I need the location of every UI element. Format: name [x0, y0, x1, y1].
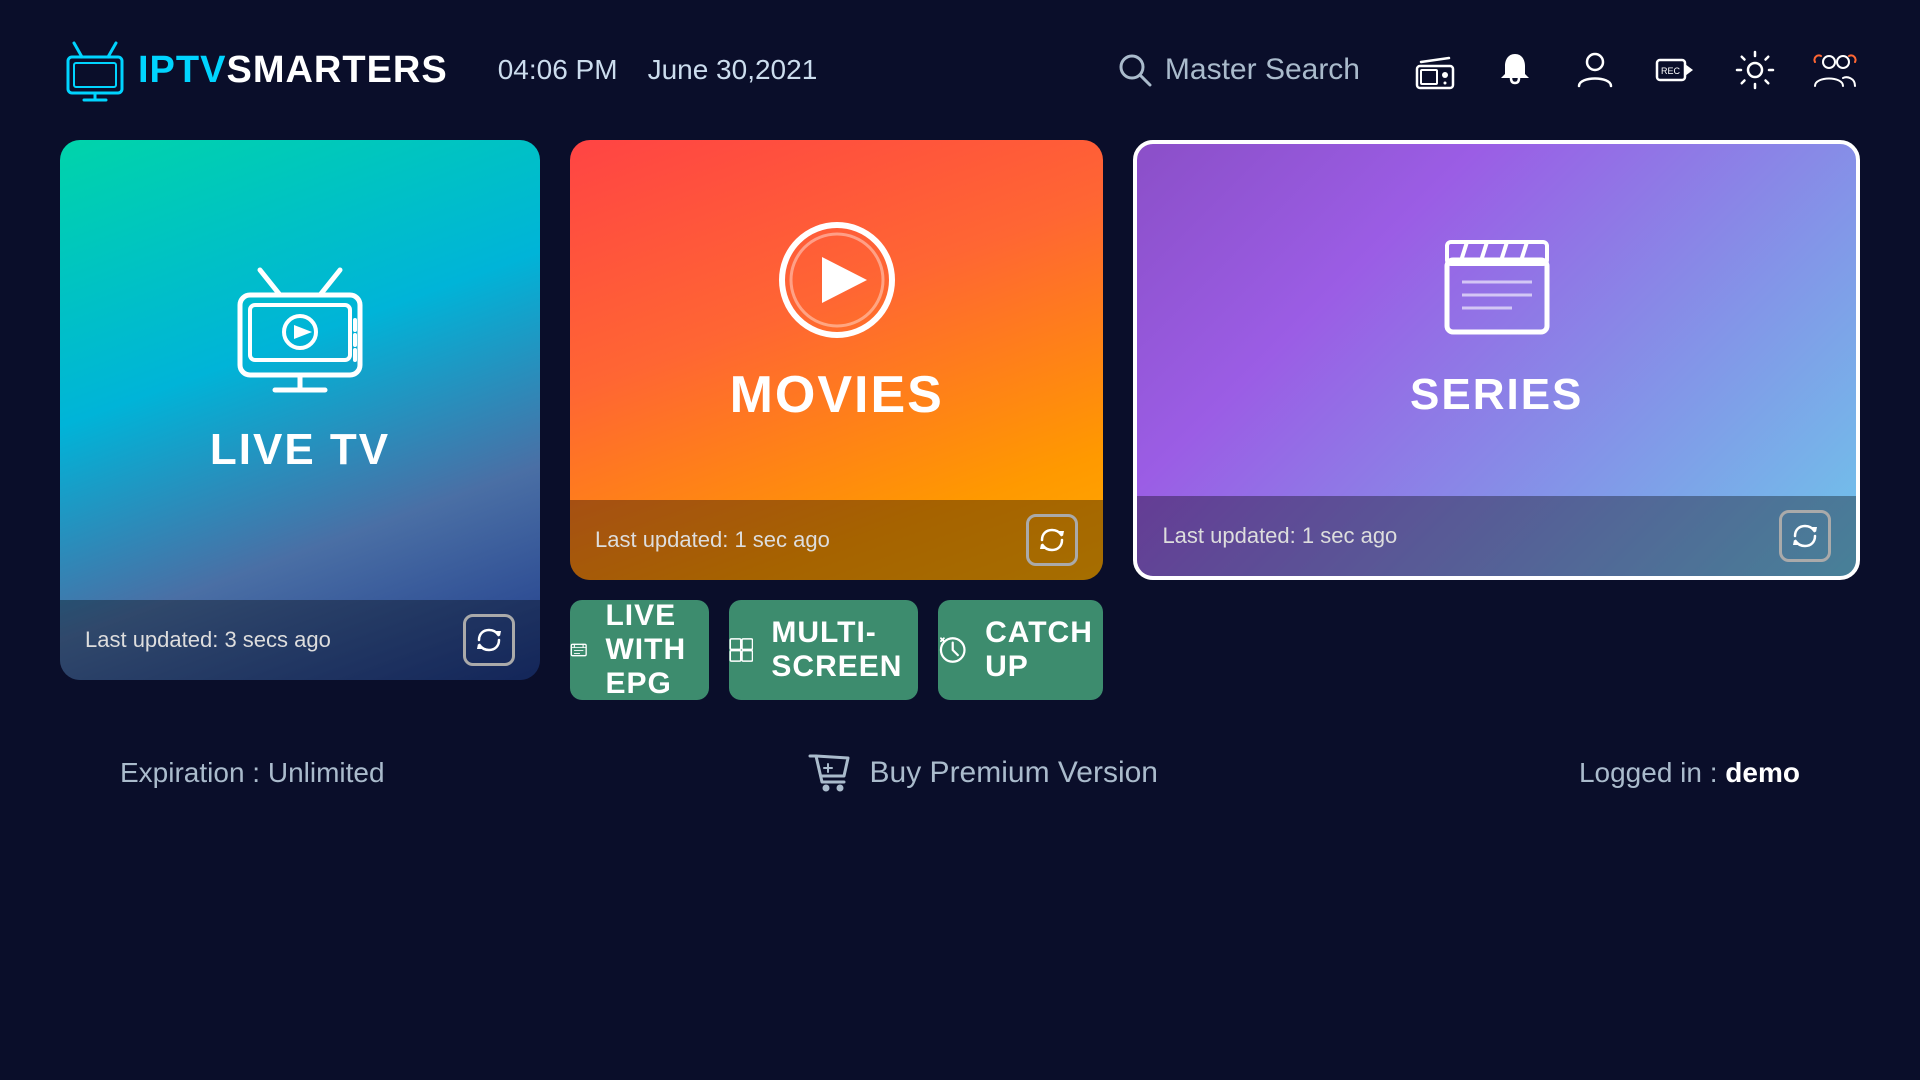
- refresh-icon: [474, 625, 504, 655]
- refresh-icon: [1790, 521, 1820, 551]
- catchup-icon: [938, 630, 967, 670]
- search-label: Master Search: [1165, 53, 1360, 87]
- series-footer: Last updated: 1 sec ago: [1137, 496, 1856, 576]
- user-icon: [1573, 48, 1617, 92]
- search-icon: [1117, 52, 1153, 88]
- notification-icon-btn[interactable]: [1490, 45, 1540, 95]
- live-tv-last-updated: Last updated: 3 secs ago: [85, 627, 331, 653]
- logo-area: IPTVSMARTERS: [60, 35, 448, 105]
- iptv-logo-icon: [60, 35, 130, 105]
- date-display: June 30,2021: [648, 54, 818, 86]
- header: IPTVSMARTERS 04:06 PM June 30,2021 Maste…: [0, 0, 1920, 140]
- action-buttons-row: LIVE WITH EPG MULTI-SCREEN CA: [570, 600, 1103, 700]
- live-tv-card[interactable]: LIVE TV Last updated: 3 secs ago: [60, 140, 540, 680]
- series-refresh-btn[interactable]: [1779, 510, 1831, 562]
- live-tv-title: LIVE TV: [210, 425, 390, 475]
- radio-icon-btn[interactable]: [1410, 45, 1460, 95]
- datetime: 04:06 PM June 30,2021: [498, 54, 818, 86]
- user-icon-btn[interactable]: [1570, 45, 1620, 95]
- epg-label: LIVE WITH EPG: [605, 599, 708, 701]
- radio-icon: [1413, 48, 1457, 92]
- main-content: LIVE TV Last updated: 3 secs ago: [0, 140, 1920, 700]
- series-card[interactable]: SERIES Last updated: 1 sec ago: [1133, 140, 1860, 580]
- logged-in-user: demo: [1725, 757, 1800, 788]
- series-last-updated: Last updated: 1 sec ago: [1162, 523, 1397, 549]
- footer: Expiration : Unlimited Buy Premium Versi…: [0, 720, 1920, 826]
- multiscreen-icon: [729, 630, 754, 670]
- epg-button[interactable]: LIVE WITH EPG: [570, 600, 709, 700]
- live-tv-icon-area: LIVE TV: [60, 140, 540, 600]
- epg-icon: [570, 630, 587, 670]
- logged-in-label: Logged in :: [1579, 757, 1725, 788]
- catchup-label: CATCH UP: [985, 616, 1103, 684]
- buy-premium-btn[interactable]: Buy Premium Version: [806, 750, 1158, 796]
- logo-text: IPTVSMARTERS: [138, 49, 448, 92]
- movies-icon-area: MOVIES: [570, 140, 1103, 500]
- multiscreen-button[interactable]: MULTI-SCREEN: [729, 600, 918, 700]
- bell-icon: [1493, 48, 1537, 92]
- movies-footer: Last updated: 1 sec ago: [570, 500, 1103, 580]
- multiuser-icon-btn[interactable]: [1810, 45, 1860, 95]
- record-icon-btn[interactable]: REC: [1650, 45, 1700, 95]
- series-title: SERIES: [1410, 370, 1583, 420]
- movies-card[interactable]: MOVIES Last updated: 1 sec ago: [570, 140, 1103, 580]
- movies-refresh-btn[interactable]: [1026, 514, 1078, 566]
- live-tv-refresh-btn[interactable]: [463, 614, 515, 666]
- center-column: MOVIES Last updated: 1 sec ago: [570, 140, 1103, 700]
- master-search[interactable]: Master Search: [1117, 52, 1360, 88]
- expiration-text: Expiration : Unlimited: [120, 757, 385, 789]
- refresh-icon: [1037, 525, 1067, 555]
- catchup-button[interactable]: CATCH UP: [938, 600, 1104, 700]
- live-tv-footer: Last updated: 3 secs ago: [60, 600, 540, 680]
- svg-text:REC: REC: [1661, 66, 1681, 76]
- time-display: 04:06 PM: [498, 54, 618, 86]
- header-icons: REC: [1410, 45, 1860, 95]
- movies-last-updated: Last updated: 1 sec ago: [595, 527, 830, 553]
- live-tv-icon: [220, 265, 380, 405]
- settings-icon: [1733, 48, 1777, 92]
- series-icon-area: SERIES: [1137, 144, 1856, 496]
- multiuser-icon: [1813, 48, 1857, 92]
- right-column: SERIES Last updated: 1 sec ago: [1133, 140, 1860, 700]
- buy-premium-label: Buy Premium Version: [870, 756, 1158, 790]
- settings-icon-btn[interactable]: [1730, 45, 1780, 95]
- movies-play-icon: [772, 215, 902, 345]
- cart-icon: [806, 750, 852, 796]
- series-clapper-icon: [1432, 220, 1562, 350]
- record-icon: REC: [1653, 48, 1697, 92]
- movies-title: MOVIES: [730, 365, 944, 425]
- multiscreen-label: MULTI-SCREEN: [771, 616, 917, 684]
- logged-in-info: Logged in : demo: [1579, 757, 1800, 789]
